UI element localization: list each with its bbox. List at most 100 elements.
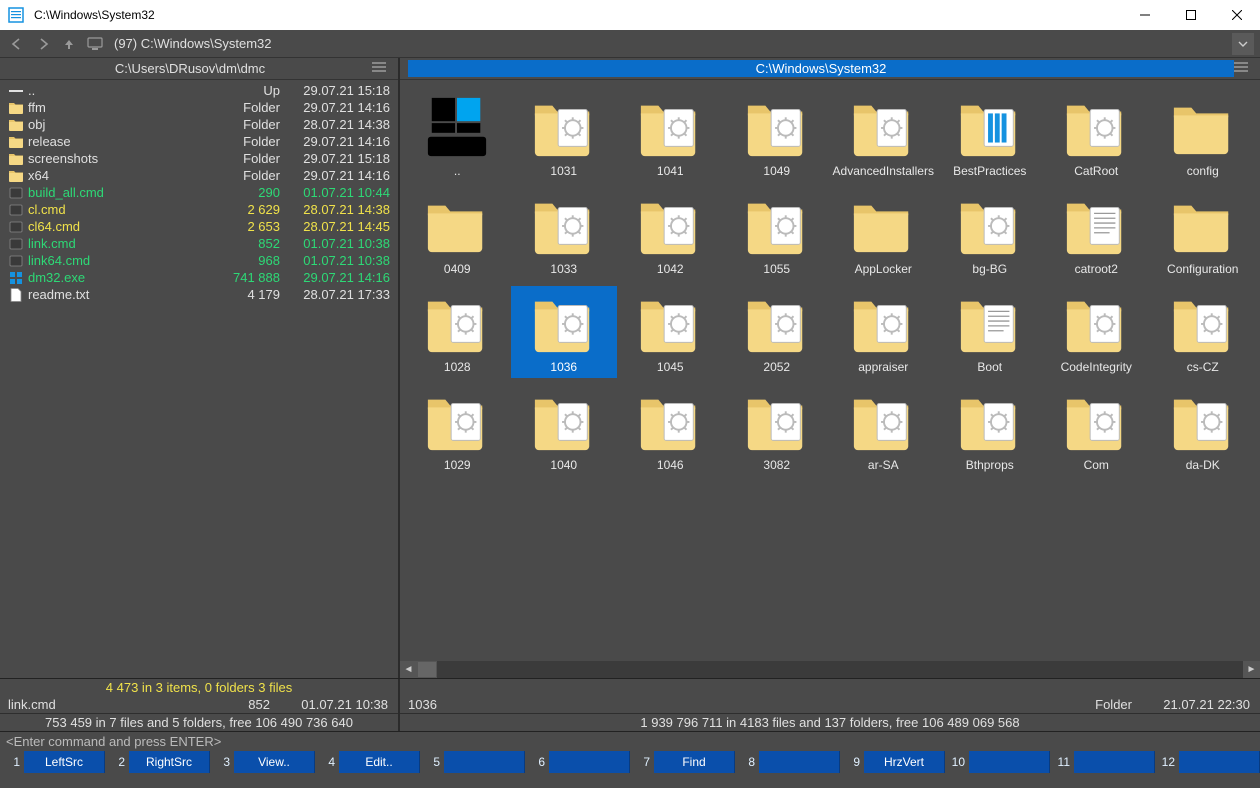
icon-item[interactable]: 1055 [724, 188, 831, 280]
icon-item[interactable]: 0409 [404, 188, 511, 280]
icon-item[interactable]: cs-CZ [1150, 286, 1257, 378]
icon-item[interactable]: 2052 [724, 286, 831, 378]
icon-item[interactable]: .. [404, 90, 511, 182]
list-item[interactable]: ffmFolder29.07.21 14:16 [0, 99, 398, 116]
list-item[interactable]: screenshotsFolder29.07.21 15:18 [0, 150, 398, 167]
address-bar[interactable]: (97) C:\Windows\System32 [110, 36, 1224, 51]
icon-item[interactable]: 1042 [617, 188, 724, 280]
fn-key-1[interactable]: 1LeftSrc [0, 751, 105, 773]
right-icon-view[interactable]: ..1031 1041 1049AdvancedInstallers BestPrac… [400, 80, 1260, 661]
icon-item[interactable]: appraiser [830, 286, 937, 378]
fn-label: HrzVert [864, 755, 944, 769]
fn-key-9[interactable]: 9HrzVert [840, 751, 945, 773]
icon-label: 1055 [763, 262, 790, 276]
minimize-button[interactable] [1122, 0, 1168, 30]
fn-key-6[interactable]: 6 [525, 751, 630, 773]
fn-number: 12 [1155, 751, 1179, 773]
icon-item[interactable]: 1036 [511, 286, 618, 378]
fn-key-10[interactable]: 10 [945, 751, 1050, 773]
icon-item[interactable]: ar-SA [830, 384, 937, 476]
scroll-left-arrow[interactable]: ◄ [400, 661, 417, 678]
fn-key-3[interactable]: 3View.. [210, 751, 315, 773]
list-item[interactable]: cl.cmd2 62928.07.21 14:38 [0, 201, 398, 218]
left-panel-header[interactable]: C:\Users\DRusov\dm\dmc [0, 58, 398, 80]
file-name: link.cmd [28, 235, 224, 252]
list-item[interactable]: objFolder28.07.21 14:38 [0, 116, 398, 133]
icon-item[interactable]: 1031 [511, 90, 618, 182]
file-name: cl64.cmd [28, 218, 224, 235]
maximize-button[interactable] [1168, 0, 1214, 30]
title-bar: C:\Windows\System32 [0, 0, 1260, 30]
fn-number: 9 [840, 751, 864, 773]
icon-item[interactable]: da-DK [1150, 384, 1257, 476]
icon-item[interactable]: CatRoot [1043, 90, 1150, 182]
fn-key-12[interactable]: 12 [1155, 751, 1260, 773]
icon-item[interactable]: 1046 [617, 384, 724, 476]
left-file-list[interactable]: ..Up29.07.21 15:18ffmFolder29.07.21 14:1… [0, 80, 398, 678]
hamburger-icon[interactable] [1234, 60, 1252, 77]
icon-item[interactable]: 1045 [617, 286, 724, 378]
icon-item[interactable]: catroot2 [1043, 188, 1150, 280]
icon-item[interactable]: BestPractices [937, 90, 1044, 182]
fn-key-7[interactable]: 7Find [630, 751, 735, 773]
address-dropdown[interactable] [1232, 33, 1254, 55]
icon-label: 1041 [657, 164, 684, 178]
file-name: screenshots [28, 150, 224, 167]
icon-item[interactable]: 1049 [724, 90, 831, 182]
file-size: Up [224, 82, 280, 99]
file-date: 29.07.21 14:16 [280, 99, 390, 116]
back-button[interactable] [6, 33, 28, 55]
fn-key-5[interactable]: 5 [420, 751, 525, 773]
file-size: 2 653 [224, 218, 280, 235]
icon-item[interactable]: config [1150, 90, 1257, 182]
icon-item[interactable]: 3082 [724, 384, 831, 476]
icon-item[interactable]: 1033 [511, 188, 618, 280]
list-item[interactable]: readme.txt4 17928.07.21 17:33 [0, 286, 398, 303]
hamburger-icon[interactable] [372, 60, 390, 77]
file-date: 29.07.21 14:16 [280, 269, 390, 286]
icon-label: da-DK [1186, 458, 1220, 472]
icon-item[interactable]: Configuration [1150, 188, 1257, 280]
list-item[interactable]: link.cmd85201.07.21 10:38 [0, 235, 398, 252]
right-panel-header[interactable]: C:\Windows\System32 [400, 58, 1260, 80]
horizontal-scrollbar[interactable]: ◄ ► [400, 661, 1260, 678]
scroll-track[interactable] [417, 661, 1243, 678]
icon-item[interactable]: CodeIntegrity [1043, 286, 1150, 378]
folder-icon [847, 290, 919, 356]
icon-item[interactable]: Com [1043, 384, 1150, 476]
folder-icon [847, 94, 919, 160]
pc-icon[interactable] [84, 33, 106, 55]
icon-label: 1042 [657, 262, 684, 276]
forward-button[interactable] [32, 33, 54, 55]
icon-item[interactable]: AdvancedInstallers [830, 90, 937, 182]
fn-key-8[interactable]: 8 [735, 751, 840, 773]
close-button[interactable] [1214, 0, 1260, 30]
list-item[interactable]: x64Folder29.07.21 14:16 [0, 167, 398, 184]
file-date: 29.07.21 15:18 [280, 82, 390, 99]
icon-item[interactable]: bg-BG [937, 188, 1044, 280]
command-line[interactable]: <Enter command and press ENTER> [0, 731, 1260, 751]
icon-item[interactable]: 1040 [511, 384, 618, 476]
icon-item[interactable]: 1041 [617, 90, 724, 182]
fn-key-11[interactable]: 11 [1050, 751, 1155, 773]
list-item[interactable]: releaseFolder29.07.21 14:16 [0, 133, 398, 150]
scroll-right-arrow[interactable]: ► [1243, 661, 1260, 678]
icon-item[interactable]: Bthprops [937, 384, 1044, 476]
list-item[interactable]: ..Up29.07.21 15:18 [0, 82, 398, 99]
fn-key-2[interactable]: 2RightSrc [105, 751, 210, 773]
icon-item[interactable]: 1028 [404, 286, 511, 378]
icon-item[interactable]: Boot [937, 286, 1044, 378]
scroll-thumb[interactable] [417, 661, 437, 678]
icon-item[interactable]: AppLocker [830, 188, 937, 280]
list-item[interactable]: cl64.cmd2 65328.07.21 14:45 [0, 218, 398, 235]
left-stats: 753 459 in 7 files and 5 folders, free 1… [0, 713, 398, 731]
list-item[interactable]: build_all.cmd29001.07.21 10:44 [0, 184, 398, 201]
list-item[interactable]: link64.cmd96801.07.21 10:38 [0, 252, 398, 269]
icon-label: BestPractices [953, 164, 1026, 178]
folder-icon [421, 290, 493, 356]
file-date: 01.07.21 10:44 [280, 184, 390, 201]
fn-key-4[interactable]: 4Edit.. [315, 751, 420, 773]
list-item[interactable]: dm32.exe741 88829.07.21 14:16 [0, 269, 398, 286]
up-button[interactable] [58, 33, 80, 55]
icon-item[interactable]: 1029 [404, 384, 511, 476]
